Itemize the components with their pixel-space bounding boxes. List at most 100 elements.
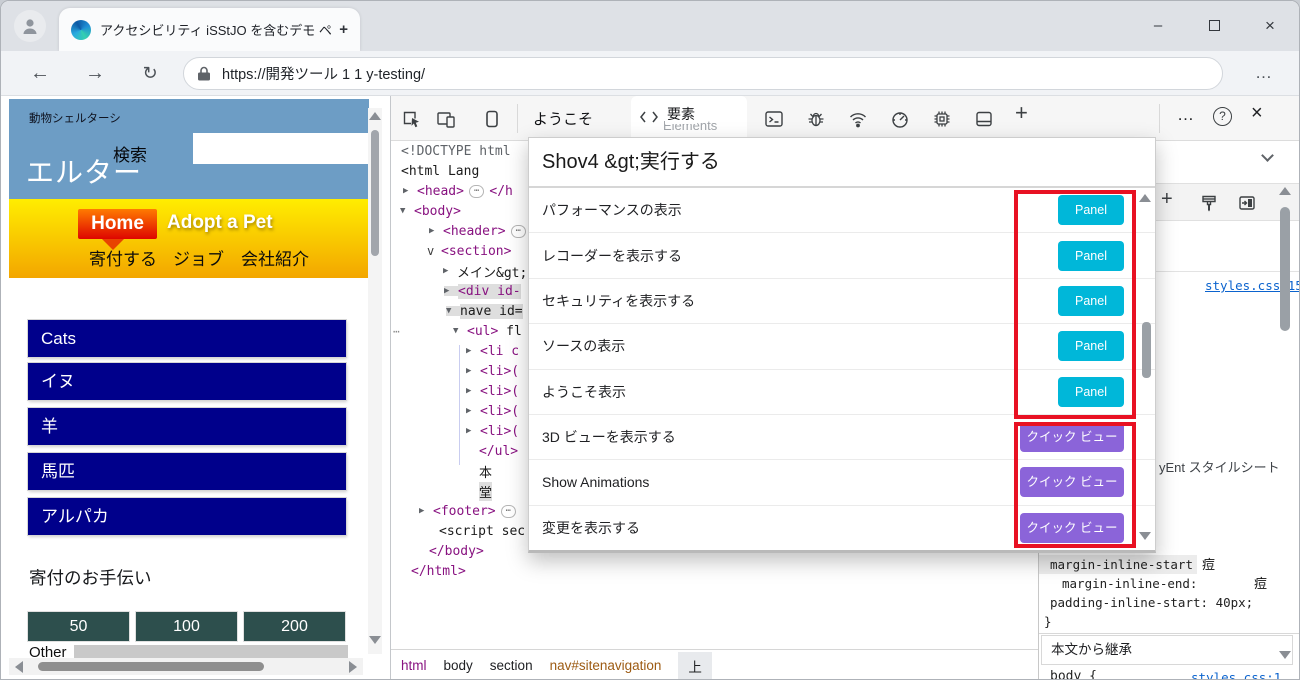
horizontal-scroll-thumb[interactable] (38, 662, 264, 671)
new-tab-button[interactable]: + (339, 21, 348, 38)
expander-arrow-icon[interactable]: ▶ (466, 366, 480, 376)
palette-item[interactable]: パフォーマンスの表示Panel (529, 188, 1155, 233)
expander-arrow-icon[interactable]: ▶ (443, 266, 457, 276)
palette-item[interactable]: Show Animationsクイック ビュー (529, 460, 1155, 505)
minimize-button[interactable]: – (1145, 14, 1171, 38)
new-style-rule-button[interactable]: + (1161, 188, 1173, 211)
palette-scroll-thumb[interactable] (1142, 322, 1151, 378)
palette-item[interactable]: レコーダーを表示するPanel (529, 233, 1155, 278)
animal-category-button[interactable]: アルパカ (28, 498, 346, 535)
device-emulation-icon[interactable] (435, 108, 457, 130)
ellipsis-gutter-icon[interactable]: ⋯ (393, 325, 401, 338)
devtools-more-button[interactable]: … (1177, 105, 1196, 125)
animal-category-button[interactable]: Cats (28, 320, 346, 357)
tab-welcome[interactable]: ようこそ (533, 108, 593, 129)
expander-arrow-icon[interactable]: ▶ (466, 406, 480, 416)
chevron-down-icon[interactable] (1261, 149, 1274, 162)
scroll-down-arrow-icon[interactable] (1279, 651, 1291, 659)
maximize-button[interactable] (1201, 14, 1227, 38)
dom-node-text: <li c (480, 344, 519, 359)
css-property-row[interactable]: margin-inline-start 痘 (1039, 555, 1197, 574)
expander-arrow-icon[interactable]: ▶ (466, 426, 480, 436)
dom-node-text: </body> (429, 544, 484, 559)
expander-arrow-icon[interactable]: v (427, 244, 441, 258)
console-icon[interactable] (763, 108, 785, 130)
profile-avatar[interactable] (14, 10, 46, 42)
breadcrumb-item[interactable]: body (444, 658, 473, 673)
scroll-right-arrow-icon[interactable] (349, 661, 357, 673)
expander-arrow-icon[interactable]: ▶ (444, 286, 458, 296)
nav-donate-link[interactable]: 寄付する (89, 245, 157, 270)
animal-category-button[interactable]: 馬匹 (28, 453, 346, 490)
add-tool-button[interactable]: + (1015, 100, 1028, 126)
debugger-bug-icon[interactable] (805, 108, 827, 130)
close-window-button[interactable]: × (1257, 14, 1283, 38)
element-states-brush-icon[interactable] (1199, 193, 1219, 213)
palette-item[interactable]: セキュリティを表示するPanel (529, 279, 1155, 324)
address-bar[interactable]: https://開発ツール 1 1 y-testing/ (183, 57, 1223, 90)
breadcrumb-item[interactable]: html (401, 658, 427, 673)
css-property-row[interactable]: padding-inline-start: 40px; (1039, 593, 1253, 612)
nav-adopt-link[interactable]: Adopt a Pet (167, 212, 273, 234)
css-property-row[interactable]: margin-inline-end: 痘 (1039, 574, 1299, 593)
donation-amount-button[interactable]: 50 (28, 612, 129, 641)
expander-arrow-icon[interactable]: ▼ (446, 306, 460, 316)
tab-elements[interactable]: Elements 要素 (631, 96, 747, 141)
scroll-down-arrow-icon[interactable] (369, 636, 381, 644)
scroll-up-arrow-icon[interactable] (369, 112, 381, 120)
application-icon[interactable] (973, 108, 995, 130)
donation-amount-button[interactable]: 200 (244, 612, 345, 641)
dock-panel-icon[interactable] (481, 108, 503, 130)
reload-button[interactable]: ↻ (135, 58, 165, 88)
palette-item[interactable]: ようこそ表示Panel (529, 370, 1155, 415)
styles-scroll-thumb[interactable] (1280, 207, 1290, 331)
horizontal-scrollbar[interactable] (9, 658, 363, 675)
scroll-down-arrow-icon[interactable] (1139, 532, 1151, 540)
palette-item[interactable]: 変更を表示するクイック ビュー (529, 506, 1155, 550)
computed-panel-icon[interactable] (1237, 193, 1257, 213)
command-input[interactable]: Shov4 &gt;実行する (529, 138, 1155, 188)
other-amount-input[interactable] (74, 645, 348, 658)
dom-node-text: <li>( (480, 364, 519, 379)
browser-more-button[interactable]: … (1249, 58, 1279, 88)
breadcrumb-item[interactable]: 上 (678, 652, 712, 680)
expander-arrow-icon[interactable]: ▶ (419, 506, 433, 516)
stylesheet-link[interactable]: styles.css:1 (1191, 670, 1281, 680)
page-scroll-thumb[interactable] (371, 130, 379, 256)
expander-arrow-icon[interactable]: ▶ (466, 346, 480, 356)
animal-category-button[interactable]: 羊 (28, 408, 346, 445)
expander-arrow-icon[interactable]: ▶ (429, 226, 443, 236)
breadcrumb-item[interactable]: nav#sitenavigation (550, 658, 662, 673)
dom-tree-line[interactable]: </html> (391, 561, 1038, 581)
animal-category-button[interactable]: イヌ (28, 363, 346, 400)
network-icon[interactable] (847, 108, 869, 130)
browser-tab[interactable]: アクセシビリティ iSStJO を含むデモ ページ< + (59, 8, 360, 51)
scroll-left-arrow-icon[interactable] (15, 661, 23, 673)
breadcrumb-item[interactable]: section (490, 658, 533, 673)
search-input[interactable] (193, 133, 369, 164)
expander-arrow-icon[interactable]: ▶ (466, 386, 480, 396)
inspect-element-icon[interactable] (401, 108, 423, 130)
palette-item-badge: クイック ビュー (1020, 422, 1124, 452)
scroll-up-arrow-icon[interactable] (1139, 194, 1151, 202)
expander-arrow-icon[interactable]: ▶ (403, 186, 417, 196)
expander-arrow-icon[interactable]: ▼ (400, 206, 414, 216)
palette-item-label: 3D ビューを表示する (529, 427, 676, 447)
memory-icon[interactable] (931, 108, 953, 130)
nav-about-link[interactable]: 会社紹介 (241, 245, 309, 270)
devtools-close-button[interactable]: × (1251, 102, 1263, 125)
nav-jobs-link[interactable]: ジョブ (173, 245, 224, 270)
donation-amount-button[interactable]: 100 (136, 612, 237, 641)
performance-icon[interactable] (889, 108, 911, 130)
palette-item[interactable]: 3D ビューを表示する クイック ビュー (529, 415, 1155, 460)
scroll-up-arrow-icon[interactable] (1279, 187, 1291, 195)
devtools-help-button[interactable]: ? (1213, 107, 1232, 126)
forward-button[interactable]: → (80, 58, 110, 88)
palette-item[interactable]: ソースの表示Panel (529, 324, 1155, 369)
page-vertical-scrollbar[interactable] (368, 108, 382, 654)
styles-vertical-scrollbar[interactable] (1277, 183, 1293, 680)
back-button[interactable]: ← (25, 58, 55, 88)
nav-home-link[interactable]: Home (78, 209, 157, 239)
expander-arrow-icon[interactable]: ▼ (453, 326, 467, 336)
dom-node-text: fl (498, 324, 521, 339)
